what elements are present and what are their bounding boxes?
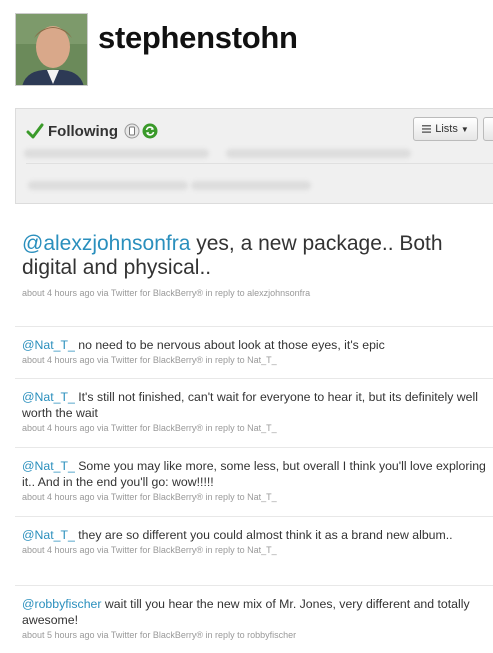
main-tweet: @alexzjohnsonfra yes, a new package.. Bo… — [22, 232, 462, 298]
tweet-body: It's still not finished, can't wait for … — [22, 390, 478, 420]
mention-link[interactable]: @robbyfischer — [22, 597, 101, 611]
tweet-text: @Nat_T_ Some you may like more, some les… — [22, 458, 493, 490]
divider — [26, 163, 493, 164]
tweet-item: @robbyfischer wait till you hear the new… — [15, 585, 493, 640]
more-actions-button[interactable] — [483, 117, 493, 141]
tweet-meta: about 4 hours ago via Twitter for BlackB… — [22, 545, 277, 555]
main-tweet-text: @alexzjohnsonfra yes, a new package.. Bo… — [22, 232, 462, 280]
tweet-body: no need to be nervous about look at thos… — [74, 338, 385, 352]
tweet-meta: about 4 hours ago via Twitter for BlackB… — [22, 492, 277, 502]
tweet-body: they are so different you could almost t… — [74, 528, 453, 542]
tweet-text: @Nat_T_ they are so different you could … — [22, 527, 493, 543]
chevron-down-icon: ▼ — [460, 124, 469, 134]
checkmark-icon — [26, 123, 44, 139]
retweets-icon[interactable] — [142, 123, 158, 139]
tweet-item: @Nat_T_ It's still not finished, can't w… — [15, 378, 493, 433]
redacted-text — [191, 181, 311, 190]
redacted-text — [226, 149, 411, 158]
follow-panel: Following Lists ▼ — [15, 108, 493, 204]
tweet-meta: about 4 hours ago via Twitter for BlackB… — [22, 423, 277, 433]
mention-link[interactable]: @Nat_T_ — [22, 528, 75, 542]
redacted-text — [28, 181, 188, 190]
lists-label: Lists — [435, 123, 458, 135]
tweet-item: @Nat_T_ Some you may like more, some les… — [15, 447, 493, 502]
tweet-text: @robbyfischer wait till you hear the new… — [22, 596, 493, 628]
tweet-meta: about 4 hours ago via Twitter for BlackB… — [22, 288, 311, 298]
tweet-meta: about 4 hours ago via Twitter for BlackB… — [22, 355, 277, 365]
mention-link[interactable]: @Nat_T_ — [22, 390, 75, 404]
mention-link[interactable]: @Nat_T_ — [22, 338, 75, 352]
mention-link[interactable]: @alexzjohnsonfra — [22, 232, 190, 255]
lists-dropdown-button[interactable]: Lists ▼ — [413, 117, 478, 141]
list-icon — [422, 125, 432, 133]
mention-link[interactable]: @Nat_T_ — [22, 459, 75, 473]
tweet-item: @Nat_T_ they are so different you could … — [15, 516, 493, 555]
following-label: Following — [48, 122, 118, 140]
following-status[interactable]: Following — [26, 120, 158, 142]
redacted-text — [24, 149, 209, 158]
tweet-body: Some you may like more, some less, but o… — [22, 459, 486, 489]
tweet-item: @Nat_T_ no need to be nervous about look… — [15, 326, 493, 365]
avatar[interactable] — [15, 13, 88, 86]
tweet-text: @Nat_T_ It's still not finished, can't w… — [22, 389, 493, 421]
tweet-meta: about 5 hours ago via Twitter for BlackB… — [22, 630, 297, 640]
device-updates-icon[interactable] — [124, 123, 140, 139]
profile-username[interactable]: stephenstohn — [98, 20, 298, 56]
tweet-text: @Nat_T_ no need to be nervous about look… — [22, 337, 493, 353]
